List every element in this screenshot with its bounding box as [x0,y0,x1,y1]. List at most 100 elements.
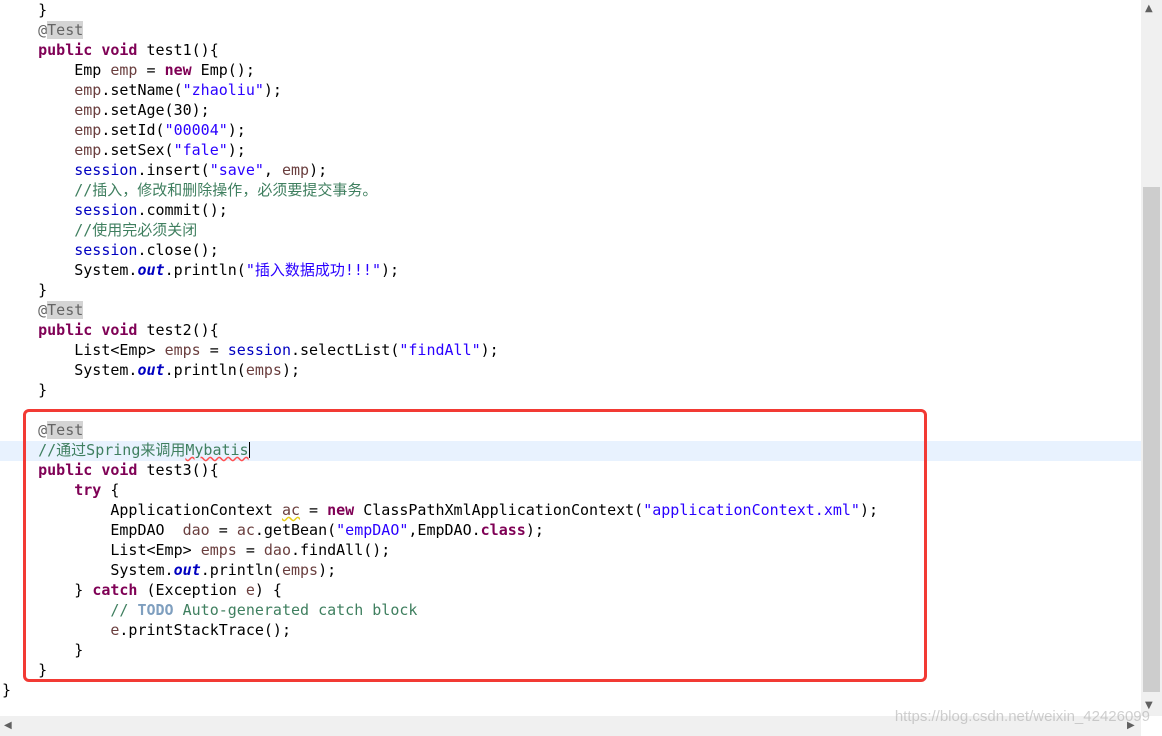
code-line[interactable]: List<Emp> emps = session.selectList("fin… [2,340,499,360]
code-token: Emp(); [191,61,255,79]
code-token: session [74,161,138,179]
code-token: out [137,361,165,379]
code-token: ); [227,121,246,139]
code-token: "fale" [173,141,228,159]
code-token: @ [38,301,48,319]
code-token: } [2,381,48,399]
code-token: .commit(); [137,201,228,219]
code-line[interactable]: } [2,680,11,700]
code-token: = [200,341,228,359]
code-token: emp [74,141,102,159]
red-highlight-box [23,409,927,682]
code-token: .setName( [101,81,183,99]
code-token: session [74,201,138,219]
code-line[interactable]: } [2,380,47,400]
code-token: emps [245,361,282,379]
code-token: out [137,261,165,279]
code-token: emp [74,81,102,99]
code-token: //使用完必须关闭 [74,221,198,239]
code-token: emps [164,341,201,359]
code-token: .selectList( [291,341,400,359]
code-token: emp [110,61,138,79]
code-token: , [263,161,282,179]
vertical-scroll-thumb[interactable] [1143,187,1160,692]
code-line[interactable]: public void test2(){ [2,320,219,340]
code-line[interactable]: System.out.println(emps); [2,360,300,380]
code-token: Test [47,301,84,319]
code-token: ); [309,161,328,179]
code-token: List<Emp> [2,341,165,359]
code-line[interactable]: emp.setSex("fale"); [2,140,246,160]
code-line[interactable]: emp.setAge(30); [2,100,210,120]
code-line[interactable]: @Test [2,20,84,40]
code-token: "save" [209,161,264,179]
code-token: test2(){ [137,321,219,339]
code-token: .println( [164,361,246,379]
code-editor[interactable]: } @Test public void test1(){ Emp emp = n… [0,0,1141,716]
code-line[interactable]: emp.setName("zhaoliu"); [2,80,282,100]
code-line[interactable]: } [2,280,47,300]
code-line[interactable]: emp.setId("00004"); [2,120,246,140]
code-token: void [101,41,138,59]
code-token: @ [38,21,48,39]
watermark: https://blog.csdn.net/weixin_42426099 [894,708,1150,725]
code-token: session [227,341,291,359]
code-token: public [38,321,93,339]
code-line[interactable]: @Test [2,300,84,320]
code-token: .setAge(30); [101,101,210,119]
code-line[interactable]: public void test1(){ [2,40,219,60]
code-token: ); [480,341,499,359]
code-line[interactable]: } [2,0,47,20]
code-token: System. [2,261,138,279]
code-token: "findAll" [399,341,481,359]
code-token: .setSex( [101,141,174,159]
code-line[interactable]: //使用完必须关闭 [2,220,197,240]
code-token: ); [227,141,246,159]
code-token: .println( [164,261,246,279]
code-token: "00004" [164,121,228,139]
code-token: } [2,681,12,699]
code-token: System. [2,361,138,379]
code-line[interactable]: session.insert("save", emp); [2,160,327,180]
code-token: Test [47,21,84,39]
code-token: ); [281,361,301,379]
code-token: } [2,281,48,299]
code-line[interactable]: //插入，修改和删除操作，必须要提交事务。 [2,180,377,200]
code-token: .setId( [101,121,165,139]
code-token: void [101,321,138,339]
code-line[interactable]: session.close(); [2,240,219,260]
code-token: test1(){ [137,41,219,59]
code-token: Emp [2,61,111,79]
code-token: new [164,61,192,79]
code-token: ); [381,261,400,279]
scroll-left-arrow-icon[interactable]: ◀ [4,719,12,733]
code-token: ); [263,81,282,99]
code-token: "插入数据成功!!!" [245,261,381,279]
code-token: "zhaoliu" [182,81,264,99]
code-line[interactable]: Emp emp = new Emp(); [2,60,255,80]
code-token: emp [74,121,102,139]
code-line[interactable]: session.commit(); [2,200,228,220]
code-token: session [74,241,138,259]
code-token: .insert( [137,161,210,179]
code-token: //插入，修改和删除操作，必须要提交事务。 [74,181,378,199]
scroll-up-arrow-icon[interactable]: ▲ [1145,2,1153,16]
code-line[interactable]: System.out.println("插入数据成功!!!"); [2,260,399,280]
code-token: .close(); [137,241,219,259]
code-token: emp [281,161,310,179]
code-token: = [137,61,165,79]
